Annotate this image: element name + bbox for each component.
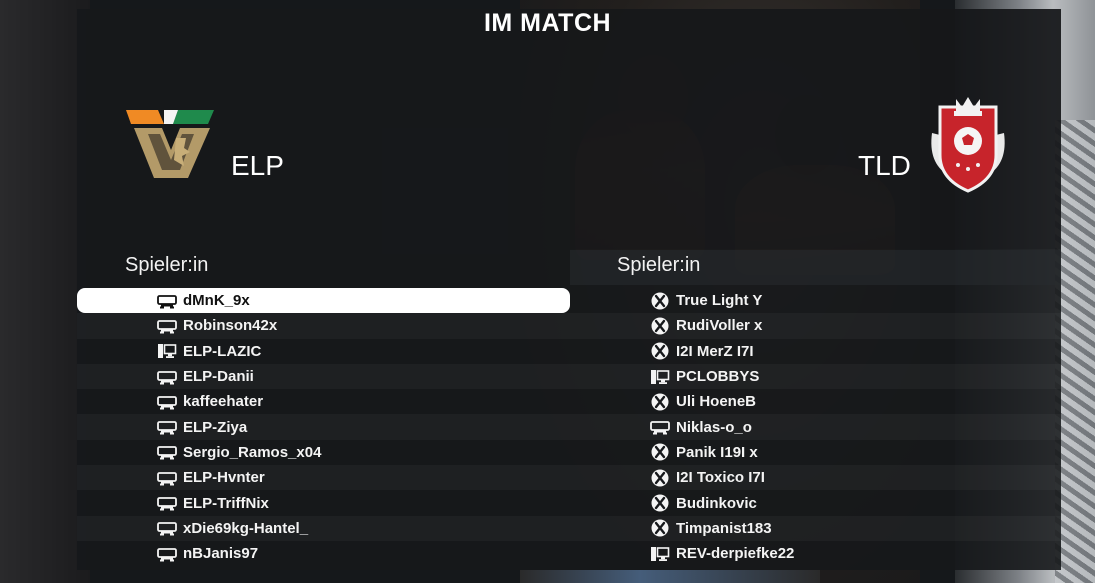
away-players-header: Spieler:in <box>617 254 701 276</box>
home-player-row[interactable]: Robinson42x <box>77 313 570 338</box>
player-name: Budinkovic <box>676 494 757 512</box>
player-name: Panik I19I x <box>676 443 758 461</box>
playstation-icon <box>157 546 177 562</box>
home-player-row[interactable]: nBJanis97 <box>77 541 570 566</box>
player-name: kaffeehater <box>183 393 264 411</box>
player-name: Uli HoeneB <box>676 393 757 411</box>
player-name: dMnK_9x <box>183 292 250 310</box>
playstation-icon <box>157 419 177 435</box>
home-player-list: dMnK_9x Robinson42x ELP-LAZIC ELP-Danii kaff… <box>77 288 570 566</box>
home-player-row[interactable]: kaffeehater <box>77 389 570 414</box>
home-player-row[interactable]: ELP-LAZIC <box>77 339 570 364</box>
pc-icon <box>650 369 670 385</box>
xbox-icon <box>650 292 670 310</box>
home-player-row[interactable]: xDie69kg-Hantel_ <box>77 516 570 541</box>
player-name: Sergio_Ramos_x04 <box>183 443 322 461</box>
player-name: ELP-Danii <box>183 368 254 386</box>
home-player-row[interactable]: ELP-Danii <box>77 364 570 389</box>
home-players-header: Spieler:in <box>125 254 209 276</box>
player-name: nBJanis97 <box>183 545 259 563</box>
home-player-row[interactable]: ELP-Ziya <box>77 414 570 439</box>
playstation-icon <box>157 369 177 385</box>
player-name: RudiVoller x <box>676 317 763 335</box>
home-team-crest-icon <box>126 108 216 180</box>
xbox-icon <box>650 317 670 335</box>
player-name: ELP-Ziya <box>183 418 248 436</box>
home-player-row[interactable]: ELP-Hvnter <box>77 465 570 490</box>
xbox-icon <box>650 443 670 461</box>
background-crowd-texture <box>1055 120 1095 583</box>
away-player-row[interactable]: PCLOBBYS <box>570 364 1061 389</box>
away-team-name: TLD <box>858 150 911 181</box>
playstation-icon <box>157 394 177 410</box>
playstation-icon <box>157 470 177 486</box>
player-name: Robinson42x <box>183 317 278 335</box>
player-name: Timpanist183 <box>676 519 772 537</box>
player-name: xDie69kg-Hantel_ <box>183 519 309 537</box>
playstation-icon <box>650 419 670 435</box>
away-player-row[interactable]: Timpanist183 <box>570 516 1061 541</box>
away-player-row[interactable]: Budinkovic <box>570 490 1061 515</box>
pc-icon <box>157 343 177 359</box>
playstation-icon <box>157 444 177 460</box>
page-title: IM MATCH <box>483 9 612 37</box>
playstation-icon <box>157 495 177 511</box>
away-player-row[interactable]: Niklas-o_o <box>570 414 1061 439</box>
home-player-row[interactable]: ELP-TriffNix <box>77 490 570 515</box>
xbox-icon <box>650 469 670 487</box>
away-player-row[interactable]: I2I MerZ I7I <box>570 339 1061 364</box>
away-player-row[interactable]: I2I Toxico I7I <box>570 465 1061 490</box>
player-name: True Light Y <box>676 292 763 310</box>
xbox-icon <box>650 393 670 411</box>
away-player-row[interactable]: Panik I19I x <box>570 440 1061 465</box>
away-player-row[interactable]: RudiVoller x <box>570 313 1061 338</box>
playstation-icon <box>157 318 177 334</box>
player-name: I2I Toxico I7I <box>676 469 765 487</box>
away-player-row[interactable]: REV-derpiefke22 <box>570 541 1061 566</box>
home-team-name: ELP <box>231 150 284 181</box>
away-player-row[interactable]: Uli HoeneB <box>570 389 1061 414</box>
away-team-crest-icon <box>928 93 1008 195</box>
player-name: I2I MerZ I7I <box>676 342 754 360</box>
background-floor-strip <box>520 570 820 583</box>
player-name: ELP-Hvnter <box>183 469 265 487</box>
player-name: PCLOBBYS <box>676 368 760 386</box>
player-name: REV-derpiefke22 <box>676 545 795 563</box>
xbox-icon <box>650 342 670 360</box>
away-player-list: True Light Y RudiVoller x I2I MerZ I7I PCLO… <box>570 288 1061 566</box>
pc-icon <box>650 546 670 562</box>
playstation-icon <box>157 293 177 309</box>
home-player-row[interactable]: dMnK_9x <box>77 288 570 314</box>
player-name: ELP-TriffNix <box>183 494 269 512</box>
xbox-icon <box>650 519 670 537</box>
away-player-row[interactable]: True Light Y <box>570 288 1061 313</box>
playstation-icon <box>157 520 177 536</box>
xbox-icon <box>650 494 670 512</box>
player-name: ELP-LAZIC <box>183 342 262 360</box>
player-name: Niklas-o_o <box>676 418 752 436</box>
home-player-row[interactable]: Sergio_Ramos_x04 <box>77 440 570 465</box>
